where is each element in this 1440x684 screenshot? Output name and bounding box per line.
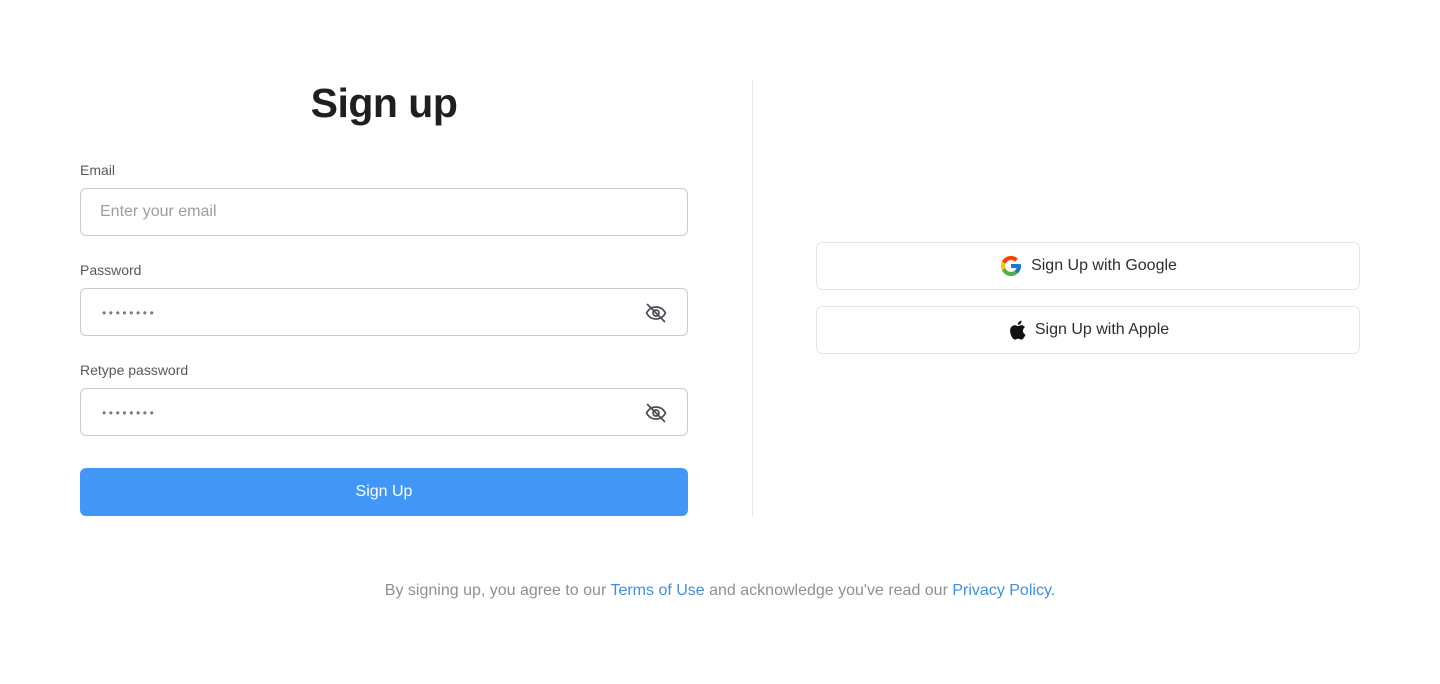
signup-page: Sign up Email Password •••••••• Retype p…	[0, 0, 1440, 684]
page-title: Sign up	[310, 80, 458, 126]
retype-password-masked-value[interactable]: ••••••••	[102, 389, 156, 435]
email-input[interactable]	[100, 189, 640, 235]
retype-password-field[interactable]: ••••••••	[80, 388, 688, 436]
privacy-policy-link[interactable]: Privacy Policy.	[952, 582, 1055, 599]
apple-signup-button[interactable]: Sign Up with Apple	[816, 306, 1360, 354]
retype-password-label: Retype password	[80, 362, 189, 378]
google-signup-button[interactable]: Sign Up with Google	[816, 242, 1360, 290]
sign-up-button[interactable]: Sign Up	[80, 468, 688, 516]
email-label: Email	[80, 162, 116, 178]
vertical-divider	[752, 80, 753, 517]
eye-off-icon[interactable]	[644, 301, 668, 325]
google-signup-label: Sign Up with Google	[1031, 257, 1177, 274]
password-masked-value[interactable]: ••••••••	[102, 289, 156, 335]
footer-text-middle: and acknowledge you've read our	[704, 582, 953, 599]
email-field[interactable]	[80, 188, 688, 236]
password-field[interactable]: ••••••••	[80, 288, 688, 336]
terms-of-use-link[interactable]: Terms of Use	[610, 582, 704, 599]
legal-footer: By signing up, you agree to our Terms of…	[0, 582, 1440, 600]
eye-off-icon[interactable]	[644, 401, 668, 425]
password-label: Password	[80, 262, 142, 278]
apple-signup-label: Sign Up with Apple	[1034, 321, 1170, 338]
apple-icon	[1007, 319, 1027, 341]
google-icon	[999, 254, 1023, 278]
footer-text-before: By signing up, you agree to our	[384, 582, 611, 599]
